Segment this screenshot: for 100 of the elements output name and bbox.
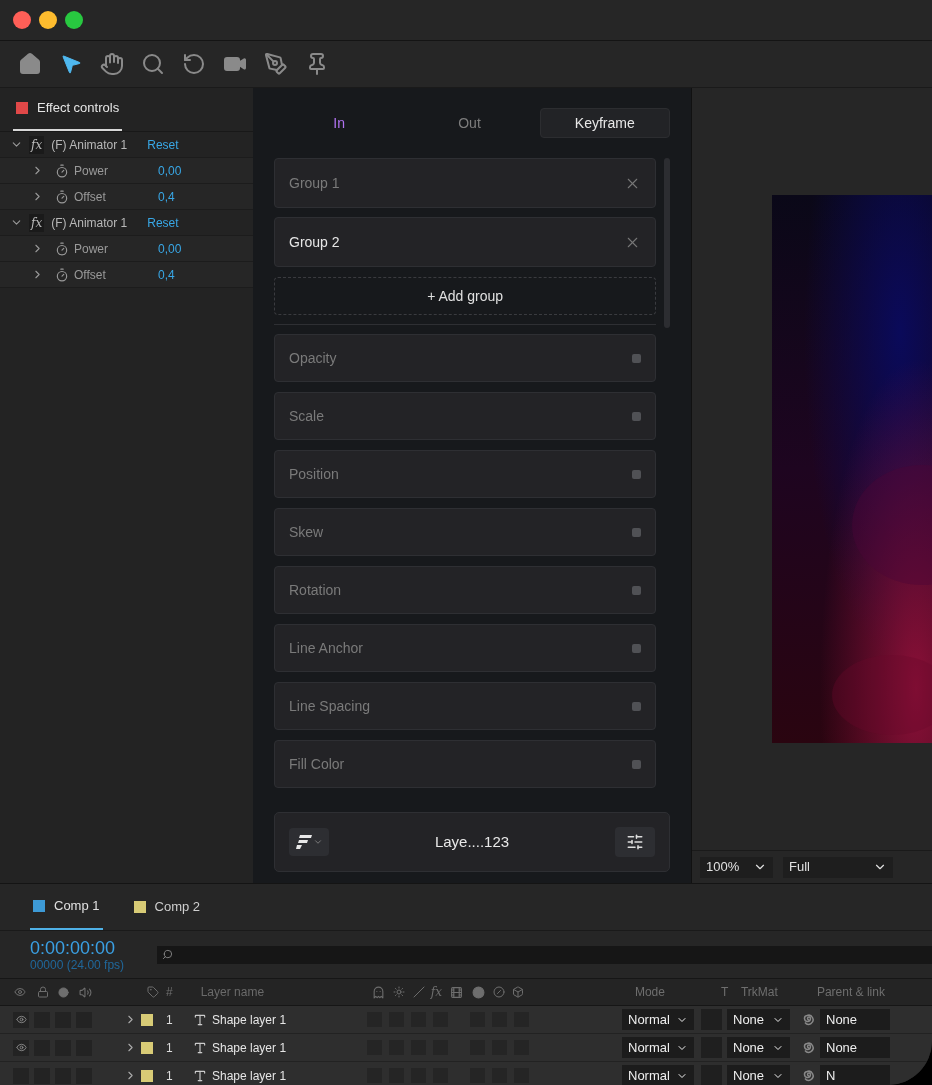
lock-icon xyxy=(37,986,49,998)
property-name: Offset xyxy=(74,266,107,284)
text-layer-icon xyxy=(193,1012,207,1027)
panel-tab[interactable]: Effect controls xyxy=(13,87,123,131)
tag-icon xyxy=(147,986,159,998)
keyframe-indicator-icon[interactable] xyxy=(632,759,642,769)
effect-name: (F) Animator 1 xyxy=(51,136,129,154)
add-group-button[interactable]: + Add group xyxy=(274,277,657,315)
keyframe-indicator-icon[interactable] xyxy=(632,701,642,711)
search-field[interactable] xyxy=(157,945,932,964)
property-row[interactable]: Rotation xyxy=(274,566,657,614)
zoom-dropdown[interactable]: 100% xyxy=(700,856,773,878)
stopwatch-icon[interactable] xyxy=(55,189,69,204)
search-icon xyxy=(162,949,173,960)
label-color-swatch[interactable] xyxy=(141,1013,153,1026)
layer-name: Laye....123 xyxy=(433,831,511,852)
property-name: Power xyxy=(74,162,109,180)
property-row[interactable]: Line Anchor xyxy=(274,624,657,672)
property-row[interactable]: Skew xyxy=(274,508,657,556)
eye-icon[interactable] xyxy=(13,1011,29,1028)
eye-icon[interactable] xyxy=(13,1039,29,1056)
column-header: # xyxy=(166,984,173,1001)
trkmat-dropdown[interactable]: None xyxy=(727,1065,790,1085)
property-value[interactable]: 0,00 xyxy=(158,239,182,258)
stopwatch-icon[interactable] xyxy=(55,163,69,178)
property-row[interactable]: Scale xyxy=(274,392,657,440)
window-control[interactable] xyxy=(39,11,57,29)
pointer-icon[interactable] xyxy=(59,52,83,76)
home-icon[interactable] xyxy=(18,52,42,76)
window-control[interactable] xyxy=(13,11,31,29)
comp-tab[interactable]: Comp 2 xyxy=(130,884,204,930)
film-icon xyxy=(449,985,463,999)
property-row[interactable]: Line Spacing xyxy=(274,682,657,730)
spiral-icon[interactable] xyxy=(802,1068,816,1083)
rotate-icon[interactable] xyxy=(182,52,206,76)
spiral-icon[interactable] xyxy=(802,1040,816,1055)
column-header: T xyxy=(720,984,730,1001)
settings-button[interactable] xyxy=(615,827,655,857)
keyframe-button[interactable]: Keyframe xyxy=(539,108,670,138)
half-circle-icon xyxy=(492,986,505,998)
stopwatch-icon[interactable] xyxy=(55,241,69,256)
ghost-icon xyxy=(371,985,385,999)
column-header: Parent & link xyxy=(816,984,885,1001)
fx-icon: fx xyxy=(430,983,442,1001)
column-header: TrkMat xyxy=(740,984,779,1001)
mode-dropdown[interactable]: Normal xyxy=(622,1009,694,1030)
label-color-swatch[interactable] xyxy=(141,1069,153,1082)
text-layer-icon xyxy=(193,1040,207,1055)
keyframe-indicator-icon[interactable] xyxy=(632,353,642,363)
keyframe-indicator-icon[interactable] xyxy=(632,643,642,653)
keyframe-indicator-icon[interactable] xyxy=(632,585,642,595)
parent-dropdown[interactable]: None xyxy=(820,1037,890,1058)
logo-dropdown[interactable] xyxy=(289,828,329,856)
group-item[interactable]: Group 1 xyxy=(274,158,657,208)
hand-icon[interactable] xyxy=(100,52,124,76)
keyframe-indicator-icon[interactable] xyxy=(632,469,642,479)
keyframe-indicator-icon[interactable] xyxy=(632,411,642,421)
label-color-swatch[interactable] xyxy=(141,1041,153,1054)
spiral-icon[interactable] xyxy=(802,1012,816,1027)
column-header: Mode xyxy=(634,984,666,1001)
property-value[interactable]: 0,00 xyxy=(158,161,182,180)
layer-name[interactable]: Shape layer 1 xyxy=(212,1038,367,1057)
trkmat-dropdown[interactable]: None xyxy=(727,1037,790,1058)
slash-icon xyxy=(412,986,425,998)
mode-dropdown[interactable]: Normal xyxy=(622,1065,694,1085)
layer-name[interactable]: Shape layer 1 xyxy=(212,1010,367,1029)
tab[interactable]: In xyxy=(274,108,405,138)
eye-icon xyxy=(14,986,26,998)
sun-icon xyxy=(392,986,405,998)
group-item[interactable]: Group 2 xyxy=(274,217,657,267)
reset-link[interactable]: Reset xyxy=(147,213,179,232)
property-row[interactable]: Opacity xyxy=(274,334,657,382)
tab[interactable]: Out xyxy=(404,108,535,138)
trkmat-dropdown[interactable]: None xyxy=(727,1009,790,1030)
mode-dropdown[interactable]: Normal xyxy=(622,1037,694,1058)
layer-number: 1 xyxy=(166,1011,174,1029)
property-row[interactable]: Position xyxy=(274,450,657,498)
parent-dropdown[interactable]: N xyxy=(820,1065,890,1085)
window-control[interactable] xyxy=(65,11,83,29)
circles-icon xyxy=(471,985,485,999)
logo-icon xyxy=(295,835,312,849)
timecode[interactable]: 0:00:00:00 xyxy=(30,937,157,958)
property-value[interactable]: 0,4 xyxy=(158,187,175,206)
search-icon[interactable] xyxy=(141,52,165,76)
column-header: Layer name xyxy=(200,984,266,1001)
keyframe-indicator-icon[interactable] xyxy=(632,527,642,537)
property-row[interactable]: Fill Color xyxy=(274,740,657,788)
pen-icon[interactable] xyxy=(264,52,288,76)
layer-number: 1 xyxy=(166,1039,174,1057)
property-value[interactable]: 0,4 xyxy=(158,265,175,284)
property-name: Power xyxy=(74,240,109,258)
stopwatch-icon[interactable] xyxy=(55,267,69,282)
effect-name: (F) Animator 1 xyxy=(51,214,129,232)
resolution-dropdown[interactable]: Full xyxy=(783,856,893,878)
parent-dropdown[interactable]: None xyxy=(820,1009,890,1030)
layer-name[interactable]: Shape layer 1 xyxy=(212,1066,367,1085)
fx-icon: fx xyxy=(29,213,45,232)
reset-link[interactable]: Reset xyxy=(147,135,179,154)
comp-tab[interactable]: Comp 1 xyxy=(30,884,103,930)
property-name: Offset xyxy=(74,188,107,206)
